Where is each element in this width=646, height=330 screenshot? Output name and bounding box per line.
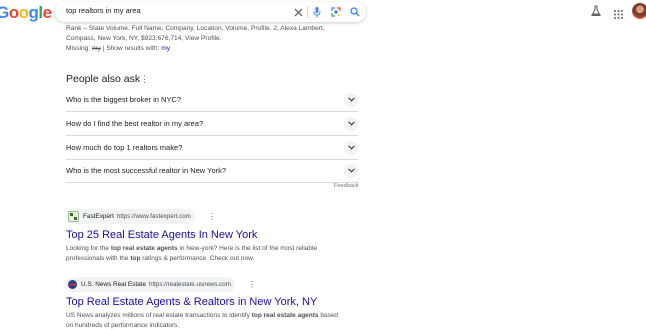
paa-question[interactable]: Who is the biggest broker in NYC? — [66, 88, 358, 112]
snippet-text: US News analyzes millions of real estate… — [66, 312, 252, 319]
search-input[interactable]: top realtors in my area — [66, 6, 141, 15]
usnews-favicon-icon — [68, 280, 77, 289]
chevron-down-icon[interactable] — [344, 140, 358, 155]
snippet-line: Rank – State Volume, Full Name, Company,… — [66, 25, 325, 32]
apps-grid-icon[interactable] — [614, 6, 623, 24]
snippet-text: professionals with the — [66, 254, 131, 262]
snippet-text: ratings & performance. Check out now. — [140, 254, 255, 262]
snippet-bold: top real estate agents — [110, 245, 178, 252]
missing-label: Missing: — [66, 45, 91, 52]
source-name: FastExpert — [83, 213, 114, 220]
top-bar: Google top realtors in my area — [0, 0, 646, 26]
fastexpert-favicon-icon — [68, 211, 79, 222]
paa-question-text: How do I find the best realtor in my are… — [66, 119, 204, 128]
account-avatar[interactable] — [632, 3, 646, 19]
more-options-icon[interactable]: ⋮ — [140, 74, 149, 85]
search-icon[interactable] — [348, 5, 362, 19]
logo-letter: o — [18, 3, 29, 22]
search-divider — [307, 6, 308, 18]
paa-question[interactable]: Who is the most successful realtor in Ne… — [66, 159, 358, 183]
show-results-link[interactable]: my — [161, 45, 170, 52]
feedback-link[interactable]: Feedback — [334, 183, 359, 189]
snippet-text: in New-york? Here is the list of the mos… — [177, 245, 318, 252]
paa-question-text: Who is the most successful realtor in Ne… — [66, 166, 227, 175]
result-title-link[interactable]: Top Real Estate Agents & Realtors in New… — [66, 296, 317, 308]
snippet-text: based — [318, 312, 339, 319]
missing-term: my — [92, 45, 101, 52]
labs-flask-icon[interactable] — [591, 4, 601, 22]
people-also-ask-title: People also ask — [66, 73, 141, 85]
close-icon[interactable] — [291, 5, 305, 19]
snippet-bold: top — [130, 254, 141, 262]
snippet-text: Looking for the — [66, 245, 111, 252]
snippet-bold: top real estate agents — [251, 312, 319, 319]
paa-question[interactable]: How do I find the best realtor in my are… — [66, 112, 358, 136]
paa-question-text: Who is the biggest broker in NYC? — [66, 95, 182, 104]
more-options-icon[interactable]: ⋮ — [248, 280, 256, 289]
result-snippet: US News analyzes millions of real estate… — [66, 311, 346, 330]
result-source[interactable]: U.S. News Real Estate https://realestate… — [66, 277, 235, 292]
chevron-down-icon[interactable] — [344, 163, 358, 178]
paa-question-text: How much do top 1 realtors make? — [66, 143, 183, 152]
microphone-icon[interactable] — [310, 5, 324, 19]
show-results-text: | Show results with: — [102, 45, 160, 52]
result-source[interactable]: FastExpert https://www.fastexpert.com — [66, 209, 195, 224]
logo-letter: g — [28, 3, 39, 22]
source-url: https://realestate.usnews.com — [149, 281, 231, 288]
logo-letter: G — [0, 3, 9, 22]
logo-letter: o — [8, 3, 19, 22]
more-options-icon[interactable]: ⋮ — [208, 212, 216, 221]
chevron-down-icon[interactable] — [344, 92, 358, 107]
search-box[interactable]: top realtors in my area — [55, 2, 366, 22]
snippet-text: on hundreds of performance indicators. — [66, 321, 180, 329]
result-title-link[interactable]: Top 25 Real Estate Agents In New York — [66, 229, 257, 241]
source-url: https://www.fastexpert.com — [116, 213, 191, 220]
lens-icon[interactable] — [329, 5, 343, 19]
snippet-line: Compass, New York, NY, $923,676,714, Vie… — [66, 35, 222, 42]
result-snippet: Looking for the top real estate agents i… — [66, 244, 346, 263]
logo-letter: e — [42, 3, 52, 22]
source-name: U.S. News Real Estate — [81, 281, 146, 288]
paa-question[interactable]: How much do top 1 realtors make? — [66, 136, 358, 160]
google-logo[interactable]: Google — [0, 3, 52, 23]
chevron-down-icon[interactable] — [344, 116, 358, 131]
missing-terms-line: Missing: my | Show results with: my — [66, 44, 170, 53]
